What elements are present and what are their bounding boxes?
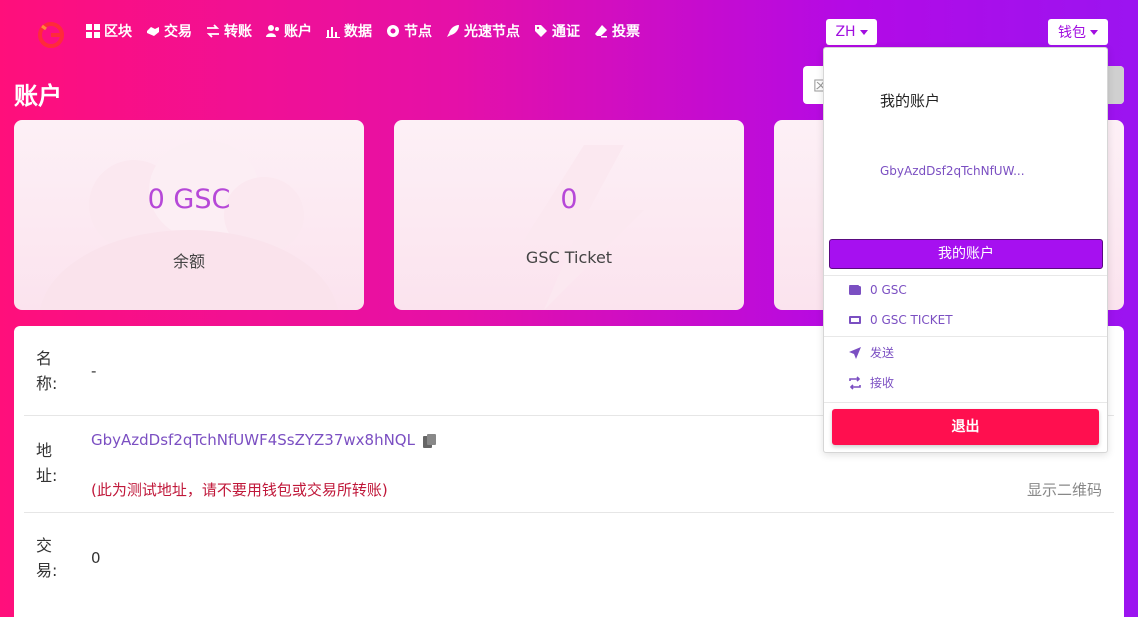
balance-label: 余额 [172,252,205,271]
receive-item-label: 接收 [870,376,895,390]
ticket-item-label: 0 GSC TICKET [870,313,953,327]
tx-row: 交易: 0 [24,513,1114,603]
nav-item-nodes[interactable]: 节点 [386,21,432,41]
nav-item-transfers[interactable]: 转账 [206,21,252,41]
logout-button[interactable]: 退出 [832,409,1099,445]
ticket-label: GSC Ticket [525,248,613,267]
wallet-icon [849,285,861,295]
show-qr-link[interactable]: 显示二维码 [1027,479,1102,500]
nav-item-label: 节点 [404,24,432,40]
nav-item-transactions[interactable]: 交易 [146,21,192,41]
balance-value: 0 GSC [147,184,231,215]
address-label: 地址: [36,441,58,485]
ticket-card: 0 GSC Ticket [394,120,744,310]
dropdown-title: 我的账户 [880,92,941,110]
nav-item-label: 账户 [284,24,312,40]
handshake-icon [147,27,159,36]
ticket-item[interactable]: 0 GSC TICKET [848,313,953,327]
nav-item-lightspeed-nodes[interactable]: 光速节点 [446,21,520,41]
bar-chart-icon [326,27,340,38]
nav-item-label: 投票 [612,24,640,40]
tx-value: 0 [91,549,101,567]
caret-down-icon [1090,29,1098,35]
grid-icon [86,24,100,38]
nav-item-blocks[interactable]: 区块 [86,21,132,41]
logo-icon[interactable] [36,20,66,50]
copy-icon[interactable] [422,433,436,448]
retweet-icon [849,375,861,390]
address-value[interactable]: GbyAzdDsf2qTchNfUWF4SsZYZ37wx8hNQL [91,431,415,449]
cloud-decoration-icon [39,140,339,310]
balance-item-label: 0 GSC [870,283,907,297]
eraser-icon [595,25,607,38]
name-label: 名称: [36,349,58,393]
send-item-label: 发送 [870,346,895,360]
my-account-button[interactable]: 我的账户 [829,239,1103,269]
transfer-arrows-icon [206,24,220,38]
dropdown-address[interactable]: GbyAzdDsf2qTchNfUW... [880,164,1025,178]
wallet-dropdown-menu: 我的账户 GbyAzdDsf2qTchNfUW... 我的账户 0 GSC 0 … [823,47,1108,453]
tx-label: 交易: [36,536,58,580]
nav-item-label: 区块 [104,24,132,40]
ticket-value: 0 [560,184,578,215]
language-label: ZH [835,24,856,40]
address-warning: (此为测试地址，请不要用钱包或交易所转账) [91,481,388,499]
name-value: - [91,362,97,380]
send-item[interactable]: 发送 [848,344,894,361]
wallet-label: 钱包 [1058,25,1086,41]
nav-item-votes[interactable]: 投票 [594,21,640,41]
divider [824,275,1107,276]
nav-item-label: 转账 [224,24,252,40]
nav-item-label: 通证 [552,24,580,40]
nav-item-data[interactable]: 数据 [326,21,372,41]
balance-item[interactable]: 0 GSC [848,283,907,297]
tag-icon [535,25,547,37]
nav-item-label: 光速节点 [464,24,520,40]
nav-item-label: 交易 [164,24,192,40]
language-dropdown-button[interactable]: ZH [826,19,877,45]
nav-item-tokens[interactable]: 通证 [534,21,580,41]
nav-item-accounts[interactable]: 账户 [266,21,312,41]
node-circle-icon [387,25,399,37]
rocket-icon [447,25,459,37]
wallet-dropdown-button[interactable]: 钱包 [1048,19,1108,45]
users-icon [266,25,279,37]
nav-item-label: 数据 [344,24,372,40]
paper-plane-icon [849,346,861,359]
balance-card: 0 GSC 余额 [14,120,364,310]
ticket-icon [849,316,861,324]
receive-item[interactable]: 接收 [848,374,894,391]
caret-down-icon [859,29,868,35]
page-title: 账户 [14,82,62,110]
divider [824,336,1107,337]
divider [824,402,1107,403]
lightning-decoration-icon [524,145,644,310]
nav-menu: 区块 交易 转账 账户 数据 节点 光速节点 通证 投票 [86,21,640,41]
